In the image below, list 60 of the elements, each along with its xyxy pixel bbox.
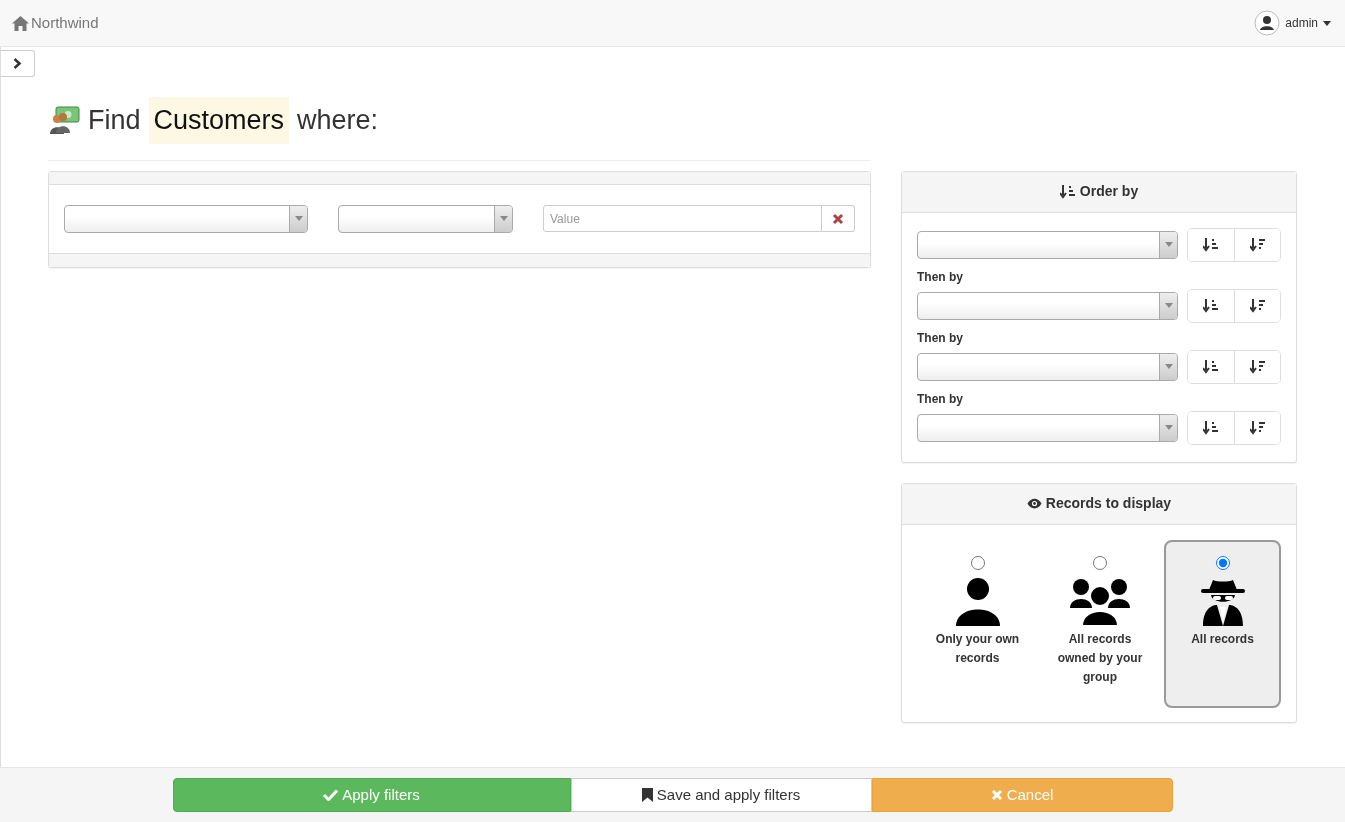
close-icon [990, 789, 1003, 801]
sort-icon [1059, 184, 1076, 199]
sort-descending-icon [1249, 237, 1266, 252]
user-avatar-icon [1254, 10, 1281, 36]
brand-link[interactable]: Northwind [12, 11, 99, 35]
sort-descending-icon [1249, 298, 1266, 313]
radio-button[interactable] [1093, 555, 1107, 570]
field-label: Then by [917, 390, 964, 408]
sort-field-dropdown[interactable] [917, 230, 1178, 259]
option-label: All records owned by your group [1056, 630, 1144, 686]
dropdown-arrow-icon [1164, 242, 1173, 247]
sort-descending-icon [1249, 359, 1266, 374]
value-field[interactable]: Value [543, 205, 822, 232]
customers-icon [48, 105, 80, 136]
sort-descending-button[interactable] [1234, 289, 1280, 322]
radio-button[interactable] [970, 555, 985, 570]
sort-ascending-icon [1203, 237, 1219, 252]
field-dropdown[interactable] [64, 204, 308, 233]
record-option[interactable]: All records [1164, 539, 1281, 708]
record-option[interactable]: All records owned by your group [1041, 539, 1159, 708]
sort-ascending-icon [1203, 420, 1219, 435]
sort-ascending-icon [1203, 298, 1219, 313]
spy-icon [1200, 577, 1245, 626]
dropdown-arrow-icon [1164, 364, 1173, 369]
record-option[interactable]: Only your own records [919, 539, 1036, 708]
clear-button[interactable] [822, 205, 855, 232]
dropdown-arrow-icon [1164, 425, 1173, 430]
dropdown-arrow-icon [499, 216, 508, 221]
save-filters-button[interactable]: Save and apply filters [570, 778, 872, 812]
caret-icon [1323, 20, 1331, 26]
sort-descending-icon [1249, 420, 1266, 435]
bookmark-icon [641, 788, 653, 802]
check-icon [323, 789, 339, 801]
title-text: Find [88, 104, 141, 137]
person-icon [955, 577, 1000, 626]
chevron-right-icon [13, 58, 22, 69]
option-label: All records [1190, 630, 1255, 648]
field-label: Then by [917, 329, 964, 347]
title-text: where: [297, 104, 379, 137]
option-label: Only your own records [934, 630, 1021, 667]
sort-field-dropdown[interactable] [917, 291, 1178, 320]
panel-title: Records to display [1045, 494, 1172, 513]
radio-button[interactable] [1215, 555, 1230, 570]
sort-ascending-icon [1203, 359, 1219, 374]
sort-field-dropdown[interactable] [917, 413, 1178, 442]
close-icon [832, 212, 844, 225]
dropdown-arrow-icon [294, 216, 303, 221]
panel-title: Order by [1079, 182, 1139, 201]
entity-name: Customers [148, 97, 290, 144]
sort-descending-button[interactable] [1234, 411, 1280, 444]
sort-descending-button[interactable] [1234, 350, 1280, 383]
sort-descending-button[interactable] [1234, 228, 1280, 261]
group-icon [1070, 577, 1130, 626]
user-menu[interactable]: admin [1254, 10, 1331, 36]
eye-icon [1026, 498, 1042, 509]
home-icon [12, 15, 29, 31]
field-label: Then by [917, 268, 964, 286]
sort-field-dropdown[interactable] [917, 352, 1178, 381]
sidebar-toggle-button[interactable] [1, 50, 35, 77]
dropdown-arrow-icon [1164, 303, 1173, 308]
